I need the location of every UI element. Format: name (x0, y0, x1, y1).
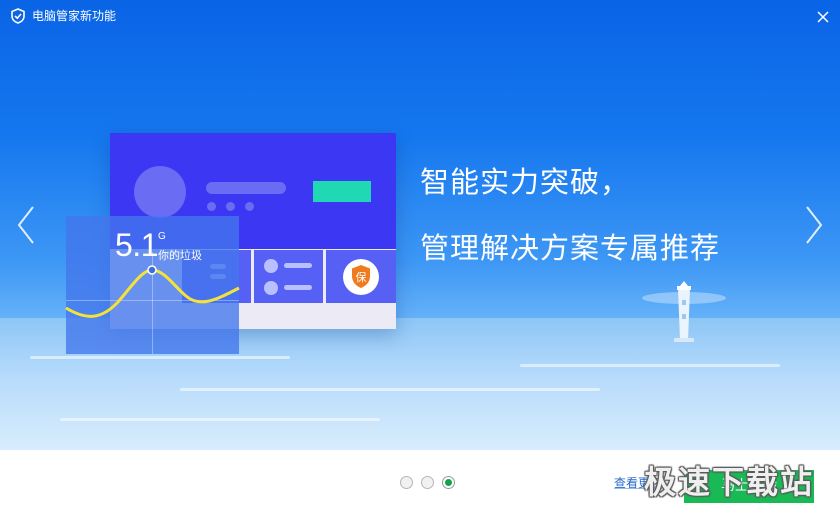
lighthouse-icon (642, 281, 726, 342)
sea-streak (180, 388, 600, 391)
tile-circle (264, 259, 278, 273)
trash-label: 你的垃圾 (158, 249, 202, 262)
shield-logo-icon (11, 8, 25, 24)
banner: 电脑管家新功能 保 5.1 G 你的垃圾 智能实力突破， 管理解决方案专属推荐 (0, 0, 840, 450)
avatar (134, 166, 186, 218)
pager-dot-3[interactable] (442, 476, 455, 489)
placeholder-button (313, 181, 371, 202)
placeholder-dot (226, 202, 235, 211)
view-more-link[interactable]: 查看更多 (614, 476, 662, 490)
headline-line-1: 智能实力突破， (420, 165, 631, 199)
window-title: 电脑管家新功能 (32, 9, 117, 23)
title-bar[interactable]: 电脑管家新功能 (0, 0, 840, 32)
chevron-right-icon[interactable] (802, 203, 826, 247)
feature-intro-window: 电脑管家新功能 保 5.1 G 你的垃圾 智能实力突破， 管理解决方案专属推荐 … (0, 0, 840, 520)
placeholder-dot (207, 202, 216, 211)
trash-size-value: 5.1 (115, 227, 158, 263)
try-now-button[interactable]: 马上体验 (684, 470, 814, 503)
chevron-left-icon[interactable] (14, 203, 38, 247)
trash-size-unit: G (158, 231, 166, 242)
headline-line-2: 管理解决方案专属推荐 (420, 231, 721, 265)
shield-badge-icon: 保 (343, 259, 379, 295)
tile-line (284, 285, 312, 290)
close-icon[interactable] (812, 6, 834, 28)
placeholder-dot (245, 202, 254, 211)
sea-streak (520, 364, 780, 367)
badge-glyph: 保 (356, 270, 367, 284)
sea-streak (30, 356, 290, 359)
sea-streak (60, 418, 380, 421)
pager-dot-1[interactable] (400, 476, 413, 489)
pager-dot-2[interactable] (421, 476, 434, 489)
tile-line (284, 263, 312, 268)
dashboard-tile (254, 250, 323, 303)
tile-circle (264, 281, 278, 295)
placeholder-bar (206, 182, 286, 194)
wave-marker (147, 265, 157, 275)
